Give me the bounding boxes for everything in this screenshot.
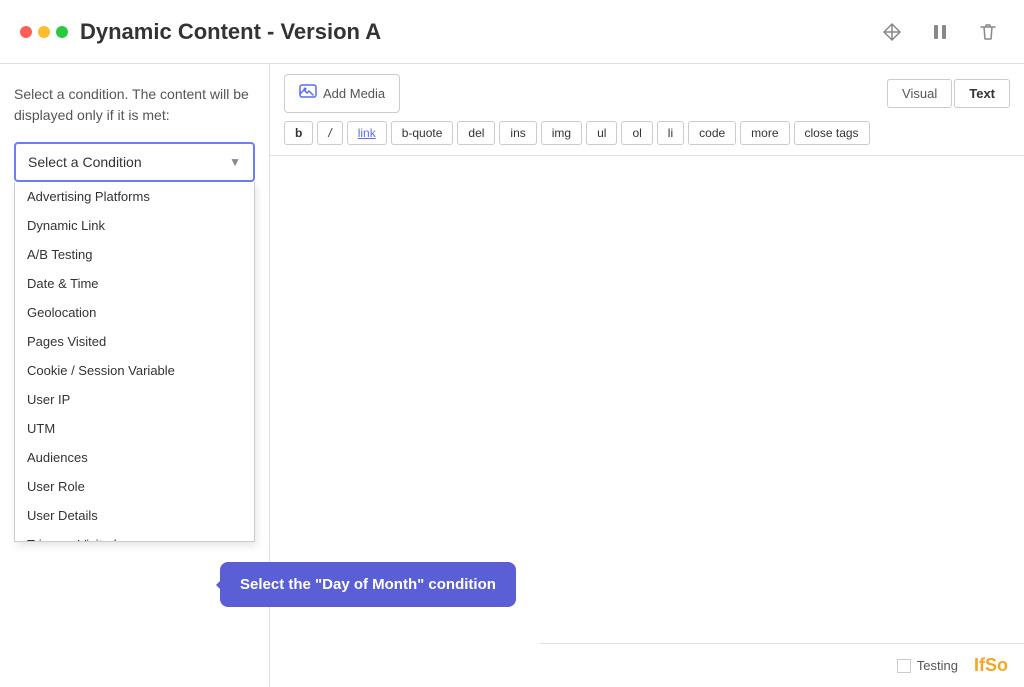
list-item[interactable]: Cookie / Session Variable — [15, 356, 254, 385]
view-tabs: Visual Text — [887, 79, 1010, 108]
app-container: Dynamic Content - Version A Select a con… — [0, 0, 1024, 687]
list-item[interactable]: User Role — [15, 472, 254, 501]
bold-button[interactable]: b — [284, 121, 313, 145]
add-media-label: Add Media — [323, 86, 385, 101]
list-item[interactable]: Geolocation — [15, 298, 254, 327]
tab-text[interactable]: Text — [954, 79, 1010, 108]
editor-toolbar: Add Media Visual Text b / link b-quote d… — [270, 64, 1024, 156]
header-actions — [876, 16, 1004, 48]
testing-checkbox[interactable] — [897, 659, 911, 673]
header-left: Dynamic Content - Version A — [20, 19, 381, 45]
list-item[interactable]: Date & Time — [15, 269, 254, 298]
condition-dropdown-list[interactable]: Advertising Platforms Dynamic Link A/B T… — [14, 182, 255, 542]
ins-button[interactable]: ins — [499, 121, 536, 145]
list-item[interactable]: Audiences — [15, 443, 254, 472]
left-panel: Select a condition. The content will be … — [0, 64, 270, 687]
window-dots — [20, 26, 68, 38]
tooltip-bubble: Select the "Day of Month" condition — [220, 562, 516, 607]
add-media-button[interactable]: Add Media — [284, 74, 400, 113]
bquote-button[interactable]: b-quote — [391, 121, 454, 145]
condition-select-wrapper: Select a Condition ▼ Advertising Platfor… — [14, 142, 255, 182]
list-item[interactable]: Triggers Visited — [15, 530, 254, 542]
list-item[interactable]: User Details — [15, 501, 254, 530]
list-item[interactable]: Advertising Platforms — [15, 182, 254, 211]
testing-label: Testing — [897, 658, 958, 673]
more-button[interactable]: more — [740, 121, 789, 145]
li-button[interactable]: li — [657, 121, 684, 145]
toolbar-top: Add Media Visual Text — [284, 74, 1010, 113]
ifso-logo: IfSo — [974, 655, 1008, 676]
ifso-if: If — [974, 655, 985, 675]
chevron-down-icon: ▼ — [229, 155, 241, 169]
list-item[interactable]: Pages Visited — [15, 327, 254, 356]
ifso-so: So — [985, 655, 1008, 675]
testing-text: Testing — [917, 658, 958, 673]
header: Dynamic Content - Version A — [0, 0, 1024, 64]
list-item[interactable]: A/B Testing — [15, 240, 254, 269]
italic-button[interactable]: / — [317, 121, 342, 145]
dot-orange — [38, 26, 50, 38]
ol-button[interactable]: ol — [621, 121, 652, 145]
editor-area[interactable] — [270, 156, 1024, 687]
pause-icon[interactable] — [924, 16, 956, 48]
select-placeholder: Select a Condition — [28, 154, 142, 170]
condition-select[interactable]: Select a Condition ▼ — [14, 142, 255, 182]
page-title: Dynamic Content - Version A — [80, 19, 381, 45]
media-icon — [299, 82, 317, 105]
list-item[interactable]: Dynamic Link — [15, 211, 254, 240]
code-button[interactable]: code — [688, 121, 736, 145]
list-item[interactable]: UTM — [15, 414, 254, 443]
link-button[interactable]: link — [347, 121, 387, 145]
main-content: Select a condition. The content will be … — [0, 64, 1024, 687]
move-icon[interactable] — [876, 16, 908, 48]
bottom-bar: Testing IfSo — [540, 643, 1024, 687]
tab-visual[interactable]: Visual — [887, 79, 952, 108]
editor-buttons: b / link b-quote del ins img ul ol li co… — [284, 121, 1010, 145]
trash-icon[interactable] — [972, 16, 1004, 48]
dot-green — [56, 26, 68, 38]
img-button[interactable]: img — [541, 121, 582, 145]
dot-red — [20, 26, 32, 38]
close-tags-button[interactable]: close tags — [794, 121, 870, 145]
del-button[interactable]: del — [457, 121, 495, 145]
condition-description: Select a condition. The content will be … — [14, 84, 255, 126]
list-item[interactable]: User IP — [15, 385, 254, 414]
ul-button[interactable]: ul — [586, 121, 617, 145]
